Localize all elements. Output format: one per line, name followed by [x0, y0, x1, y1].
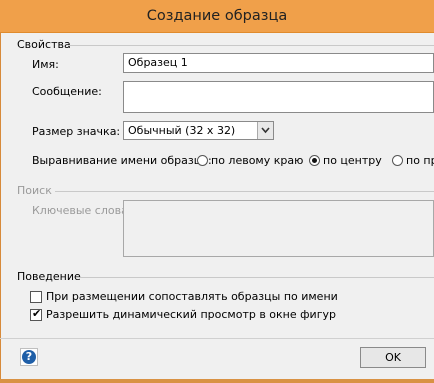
radio-selected-dot [312, 158, 317, 163]
behavior-divider [76, 277, 434, 278]
name-field[interactable]: Образец 1 [123, 53, 434, 73]
icon-size-label: Размер значка: [32, 125, 121, 138]
dropdown-button[interactable] [257, 122, 273, 139]
window-bottom-border [0, 379, 434, 383]
ok-button[interactable]: OK [360, 347, 426, 368]
title-bar: Создание образца [0, 0, 434, 33]
dynamic-preview-checkbox[interactable]: ✔ [30, 307, 42, 321]
message-field[interactable] [123, 81, 434, 113]
keywords-field[interactable] [123, 200, 434, 257]
alignment-label: Выравнивание имени образца: [32, 154, 212, 167]
help-button[interactable]: ? [20, 348, 38, 366]
checkmark-icon: ✔ [32, 307, 42, 320]
match-by-name-checkbox[interactable] [30, 291, 42, 303]
behavior-section-label: Поведение [17, 270, 81, 283]
help-icon: ? [22, 350, 36, 364]
message-label: Сообщение: [32, 85, 102, 98]
radio-align-left[interactable] [197, 155, 208, 166]
footer-divider [0, 338, 434, 339]
icon-size-value: Обычный (32 x 32) [128, 124, 236, 137]
radio-align-center[interactable] [309, 155, 320, 166]
match-by-name-label: При размещении сопоставлять образцы по и… [46, 290, 338, 303]
keywords-label: Ключевые слова: [32, 204, 132, 217]
radio-align-right[interactable] [392, 155, 403, 166]
icon-size-dropdown[interactable]: Обычный (32 x 32) [123, 121, 274, 140]
radio-align-right-label: по пр [406, 154, 434, 167]
window-border [0, 32, 1, 383]
search-section-label: Поиск [17, 184, 52, 197]
name-label: Имя: [32, 58, 59, 71]
window-title: Создание образца [146, 8, 288, 24]
dynamic-preview-label: Разрешить динамический просмотр в окне ф… [46, 308, 336, 321]
properties-section-label: Свойства [17, 38, 71, 51]
radio-align-left-label: по левому краю [211, 154, 304, 167]
properties-divider [68, 45, 434, 46]
search-divider [55, 191, 434, 192]
chevron-down-icon [261, 127, 270, 134]
radio-align-center-label: по центру [323, 154, 382, 167]
